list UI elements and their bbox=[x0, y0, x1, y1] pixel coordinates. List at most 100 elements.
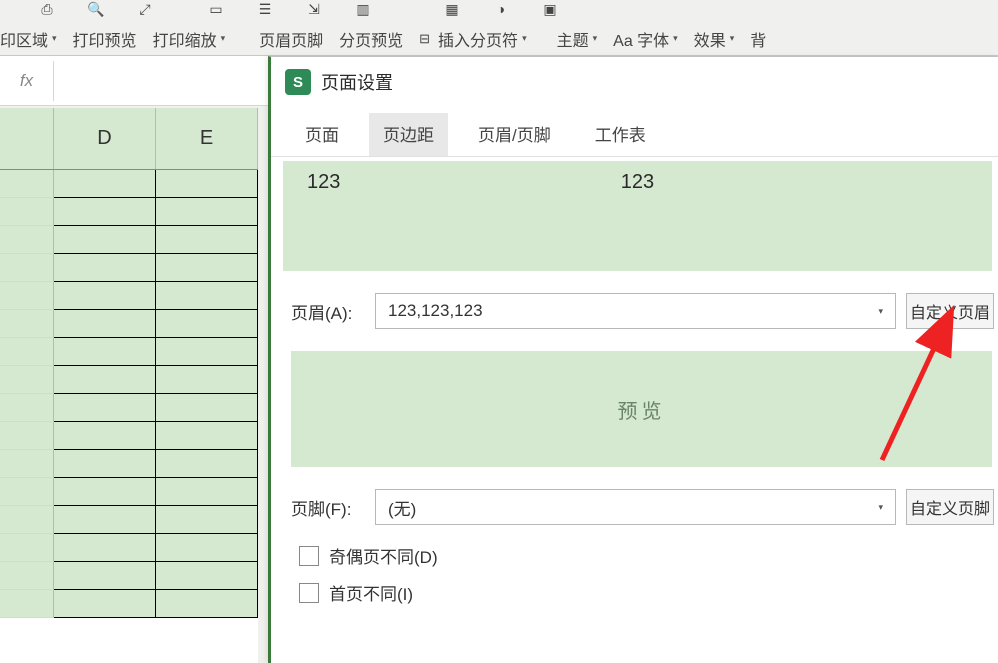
print-zoom-label[interactable]: 打印缩放▾ bbox=[153, 27, 226, 51]
cell[interactable] bbox=[54, 562, 156, 590]
row-header[interactable] bbox=[0, 422, 54, 450]
row-header[interactable] bbox=[0, 366, 54, 394]
cell[interactable] bbox=[156, 338, 258, 366]
cell[interactable] bbox=[54, 394, 156, 422]
page-break-icon[interactable]: ⇲ bbox=[302, 0, 326, 18]
cell[interactable] bbox=[54, 310, 156, 338]
print-area-label[interactable]: 印区域▾ bbox=[0, 27, 57, 51]
cell[interactable] bbox=[156, 254, 258, 282]
background-label[interactable]: 背 bbox=[750, 27, 766, 51]
fx-label[interactable]: fx bbox=[0, 61, 54, 101]
grid-row bbox=[0, 450, 258, 478]
grid-row bbox=[0, 254, 258, 282]
print-area-icon[interactable]: ⎙ bbox=[35, 0, 59, 18]
print-title-icon[interactable]: ☰ bbox=[253, 0, 277, 18]
cell[interactable] bbox=[156, 198, 258, 226]
cell[interactable] bbox=[156, 478, 258, 506]
cell[interactable] bbox=[54, 282, 156, 310]
cell[interactable] bbox=[54, 422, 156, 450]
column-headers: D E bbox=[0, 108, 258, 170]
cell[interactable] bbox=[54, 506, 156, 534]
cell[interactable] bbox=[156, 366, 258, 394]
cell[interactable] bbox=[54, 478, 156, 506]
row-header[interactable] bbox=[0, 226, 54, 254]
row-header[interactable] bbox=[0, 338, 54, 366]
grid-row bbox=[0, 590, 258, 618]
show-paging-icon[interactable]: ▥ bbox=[351, 0, 375, 18]
header-preview-right bbox=[748, 171, 968, 261]
row-header[interactable] bbox=[0, 282, 54, 310]
theme-label[interactable]: 主题▾ bbox=[557, 27, 598, 51]
theme-toolbar-icon[interactable]: ▦ bbox=[440, 0, 464, 18]
custom-header-button[interactable]: 自定义页眉 bbox=[906, 293, 994, 329]
tab-worksheet[interactable]: 工作表 bbox=[581, 113, 660, 156]
row-header[interactable] bbox=[0, 590, 54, 618]
page-break-preview-label[interactable]: 分页预览 bbox=[339, 27, 403, 51]
header-preview-left: 123 bbox=[307, 171, 527, 261]
tab-header-footer[interactable]: 页眉/页脚 bbox=[464, 113, 565, 156]
cell[interactable] bbox=[54, 198, 156, 226]
row-header[interactable] bbox=[0, 534, 54, 562]
column-header-d[interactable]: D bbox=[54, 108, 156, 169]
cell[interactable] bbox=[156, 226, 258, 254]
custom-footer-button[interactable]: 自定义页脚 bbox=[906, 489, 994, 525]
zoom-icon[interactable]: ⤢ bbox=[133, 0, 157, 18]
cell[interactable] bbox=[156, 534, 258, 562]
cell[interactable] bbox=[54, 338, 156, 366]
odd-even-checkbox-label: 奇偶页不同(D) bbox=[329, 543, 438, 568]
chevron-down-icon: ▾ bbox=[221, 33, 226, 44]
cell[interactable] bbox=[54, 366, 156, 394]
odd-even-checkbox[interactable] bbox=[299, 546, 319, 566]
column-header-e[interactable]: E bbox=[156, 108, 258, 169]
cell[interactable] bbox=[54, 590, 156, 618]
grid-row bbox=[0, 478, 258, 506]
cell[interactable] bbox=[156, 310, 258, 338]
cell[interactable] bbox=[54, 534, 156, 562]
row-header[interactable] bbox=[0, 170, 54, 198]
row-header[interactable] bbox=[0, 506, 54, 534]
color-icon[interactable]: ◑ bbox=[489, 0, 513, 18]
cell[interactable] bbox=[156, 170, 258, 198]
header-footer-toolbar-icon[interactable]: ▭ bbox=[204, 0, 228, 18]
grid-row bbox=[0, 282, 258, 310]
row-header[interactable] bbox=[0, 478, 54, 506]
corner-cell[interactable] bbox=[0, 108, 54, 169]
row-header[interactable] bbox=[0, 310, 54, 338]
cell[interactable] bbox=[156, 590, 258, 618]
chevron-down-icon: ▾ bbox=[522, 33, 527, 44]
grid-row bbox=[0, 534, 258, 562]
cell[interactable] bbox=[156, 282, 258, 310]
cell[interactable] bbox=[54, 170, 156, 198]
cell[interactable] bbox=[156, 506, 258, 534]
effects-label[interactable]: 效果▾ bbox=[694, 27, 735, 51]
grid-rows bbox=[0, 170, 258, 618]
row-header[interactable] bbox=[0, 254, 54, 282]
row-header[interactable] bbox=[0, 394, 54, 422]
grid-row bbox=[0, 226, 258, 254]
tab-page[interactable]: 页面 bbox=[291, 113, 353, 156]
font-label[interactable]: Aa 字体▾ bbox=[613, 27, 678, 51]
picture-icon[interactable]: ▣ bbox=[538, 0, 562, 18]
header-select[interactable]: 123,123,123 ▾ bbox=[375, 293, 896, 329]
cell[interactable] bbox=[156, 562, 258, 590]
cell[interactable] bbox=[156, 422, 258, 450]
cell[interactable] bbox=[54, 254, 156, 282]
first-page-checkbox[interactable] bbox=[299, 583, 319, 603]
cell[interactable] bbox=[54, 450, 156, 478]
footer-preview-text: 预览 bbox=[618, 395, 666, 424]
print-preview-label[interactable]: 打印预览 bbox=[73, 27, 137, 51]
cell[interactable] bbox=[54, 226, 156, 254]
insert-page-break-label[interactable]: ⊟插入分页符▾ bbox=[419, 27, 526, 51]
cell[interactable] bbox=[156, 450, 258, 478]
header-footer-label[interactable]: 页眉页脚 bbox=[259, 27, 323, 51]
footer-select[interactable]: (无) ▾ bbox=[375, 489, 896, 525]
cell[interactable] bbox=[156, 394, 258, 422]
chevron-down-icon: ▾ bbox=[673, 33, 678, 44]
preview-icon[interactable]: 🔍 bbox=[84, 0, 108, 18]
grid-row bbox=[0, 366, 258, 394]
row-header[interactable] bbox=[0, 198, 54, 226]
row-header[interactable] bbox=[0, 450, 54, 478]
tab-margin[interactable]: 页边距 bbox=[369, 113, 448, 156]
footer-select-value: (无) bbox=[388, 495, 416, 520]
row-header[interactable] bbox=[0, 562, 54, 590]
